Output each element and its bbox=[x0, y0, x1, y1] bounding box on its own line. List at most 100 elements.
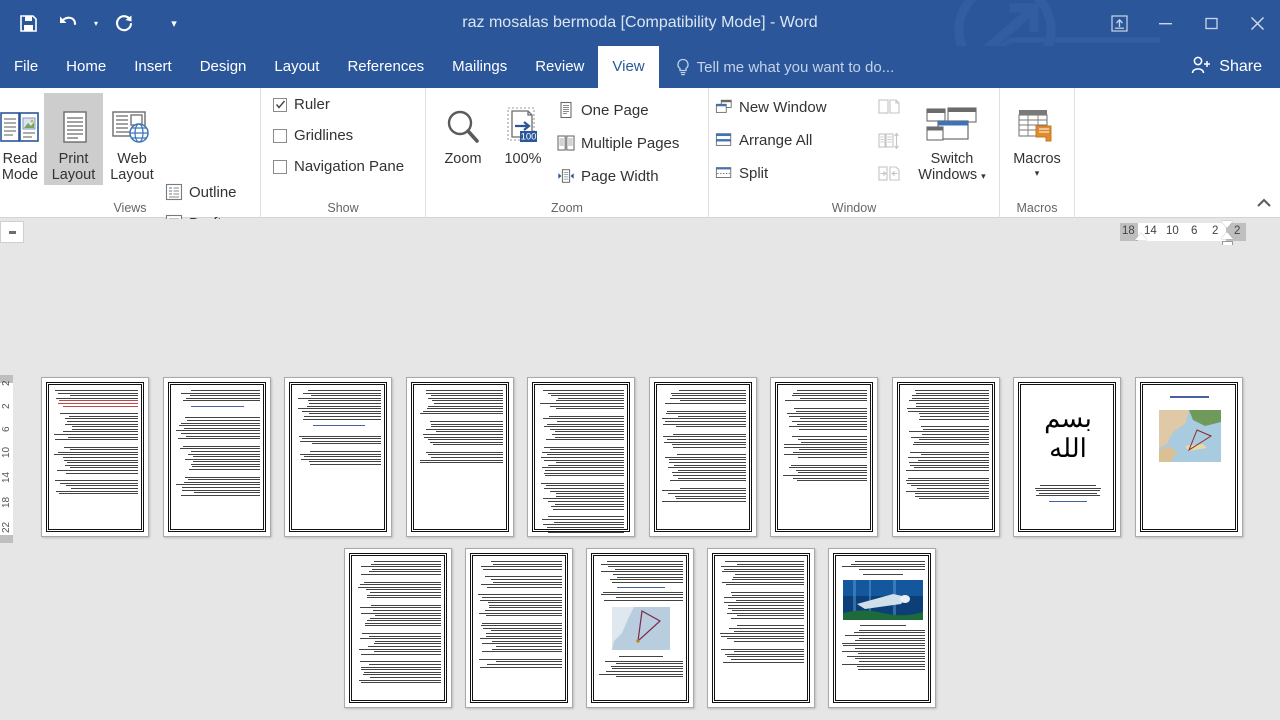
ribbon-group-show: Ruler Gridlines Navigation Pane Show bbox=[261, 88, 426, 218]
page-thumbnail[interactable] bbox=[707, 548, 815, 708]
svg-text:100: 100 bbox=[521, 132, 537, 143]
page-thumbnail[interactable] bbox=[41, 377, 149, 537]
tab-references[interactable]: References bbox=[333, 46, 438, 88]
switch-windows-button[interactable]: Switch Windows ▾ bbox=[911, 93, 993, 184]
hanging-indent-marker[interactable] bbox=[1221, 232, 1233, 239]
tab-file[interactable]: File bbox=[0, 46, 52, 88]
page-heading bbox=[1170, 396, 1209, 398]
arrange-all-button[interactable]: Arrange All bbox=[715, 131, 812, 149]
vertical-ruler[interactable]: 2 2 6 10 14 18 22 bbox=[0, 375, 13, 545]
gridlines-checkbox-row[interactable]: Gridlines bbox=[273, 127, 353, 144]
macros-icon bbox=[1013, 97, 1061, 149]
ribbon-display-options-icon[interactable] bbox=[1096, 0, 1142, 46]
multiple-pages-button[interactable]: Multiple Pages bbox=[557, 134, 679, 152]
page-thumbnail[interactable]: بسم الله bbox=[1013, 377, 1121, 537]
tab-design[interactable]: Design bbox=[186, 46, 261, 88]
share-label: Share bbox=[1219, 58, 1262, 75]
share-button[interactable]: Share bbox=[1182, 46, 1270, 88]
tab-view[interactable]: View bbox=[598, 46, 659, 88]
vruler-num-5: 18 bbox=[1, 496, 12, 508]
page-thumbnail[interactable] bbox=[828, 548, 936, 708]
vruler-num-2: 6 bbox=[1, 426, 12, 432]
navigation-pane-checkbox[interactable] bbox=[273, 159, 287, 174]
vruler-num-6: 22 bbox=[1, 521, 12, 533]
reset-window-position-button bbox=[877, 164, 901, 186]
zoom-100-label: 100% bbox=[504, 151, 542, 167]
gridlines-checkbox[interactable] bbox=[273, 128, 287, 143]
ruler-checkbox[interactable] bbox=[273, 97, 287, 112]
ruler-checkbox-row[interactable]: Ruler bbox=[273, 96, 330, 113]
page-thumbnail[interactable] bbox=[527, 377, 635, 537]
save-icon[interactable] bbox=[8, 3, 48, 43]
page-thumbnail[interactable] bbox=[891, 377, 1000, 537]
page-thumbnail[interactable] bbox=[162, 377, 271, 537]
customize-quick-access-toolbar-icon[interactable]: ▾ bbox=[166, 3, 182, 43]
gridlines-label: Gridlines bbox=[294, 127, 354, 144]
vertical-scrollbar[interactable] bbox=[1267, 245, 1280, 720]
ruler-num-2b: 2 bbox=[1234, 225, 1241, 237]
page-thumbnail[interactable] bbox=[405, 377, 514, 537]
left-indent-marker[interactable] bbox=[1135, 233, 1147, 240]
read-mode-icon bbox=[0, 97, 41, 149]
one-page-button[interactable]: One Page bbox=[557, 101, 649, 119]
page-thumbnail[interactable] bbox=[586, 548, 694, 708]
page-thumbnail[interactable] bbox=[344, 548, 452, 708]
tab-mailings[interactable]: Mailings bbox=[438, 46, 521, 88]
macros-button[interactable]: Macros ▾ bbox=[1003, 93, 1071, 179]
view-side-by-side-button bbox=[877, 98, 901, 120]
switch-windows-caret-icon[interactable]: ▾ bbox=[981, 171, 986, 181]
tab-review[interactable]: Review bbox=[521, 46, 598, 88]
close-icon[interactable] bbox=[1234, 0, 1280, 46]
tab-home[interactable]: Home bbox=[52, 46, 120, 88]
macros-caret-icon[interactable]: ▾ bbox=[1013, 168, 1061, 179]
document-canvas[interactable]: بسم الله bbox=[13, 245, 1267, 720]
redo-icon[interactable] bbox=[104, 3, 144, 43]
new-window-label: New Window bbox=[739, 98, 827, 116]
page-text-content bbox=[599, 561, 683, 695]
zoom-100-button[interactable]: 100 100% bbox=[492, 93, 554, 168]
tell-me-search[interactable]: Tell me what you want to do... bbox=[665, 46, 905, 88]
tab-stop-selector[interactable] bbox=[0, 221, 24, 243]
undo-dropdown-caret-icon[interactable]: ▾ bbox=[88, 3, 104, 43]
bermuda-triangle-chart-image bbox=[612, 606, 670, 650]
web-layout-icon bbox=[110, 97, 154, 149]
web-layout-label-2: Layout bbox=[110, 166, 154, 183]
bismillah-calligraphy: بسم الله bbox=[1044, 404, 1093, 464]
page-thumbnail[interactable] bbox=[284, 377, 392, 537]
outline-label: Outline bbox=[189, 183, 237, 201]
views-group-label: Views bbox=[113, 201, 147, 215]
arrange-all-icon bbox=[715, 131, 733, 149]
minimize-icon[interactable] bbox=[1142, 0, 1188, 46]
multiple-pages-label: Multiple Pages bbox=[581, 134, 680, 152]
page-thumbnail[interactable] bbox=[648, 377, 757, 537]
multiple-pages-icon bbox=[557, 134, 575, 152]
print-layout-button[interactable]: Print Layout bbox=[44, 93, 103, 185]
tab-layout[interactable]: Layout bbox=[260, 46, 333, 88]
horizontal-ruler[interactable]: 18 14 10 6 2 2 bbox=[0, 219, 1280, 249]
split-button[interactable]: Split bbox=[715, 164, 768, 182]
one-page-label: One Page bbox=[581, 101, 649, 119]
view-side-by-side-icon bbox=[877, 98, 901, 120]
window-title: raz mosalas bermoda [Compatibility Mode]… bbox=[462, 14, 818, 31]
ribbon-group-window: New Window Arrange All Split Switch Wind… bbox=[709, 88, 1000, 218]
outline-icon bbox=[165, 183, 183, 201]
navigation-pane-label: Navigation Pane bbox=[294, 158, 405, 175]
share-person-icon bbox=[1190, 55, 1212, 80]
zoom-button[interactable]: Zoom bbox=[432, 93, 494, 168]
zoom-group-label: Zoom bbox=[551, 201, 583, 215]
collapse-ribbon-icon[interactable] bbox=[1256, 196, 1272, 213]
page-thumbnail[interactable] bbox=[770, 377, 878, 537]
first-line-indent-marker[interactable] bbox=[1221, 221, 1233, 228]
new-window-button[interactable]: New Window bbox=[715, 98, 827, 116]
web-layout-button[interactable]: Web Layout bbox=[101, 93, 163, 183]
tab-insert[interactable]: Insert bbox=[120, 46, 186, 88]
vruler-num-3: 10 bbox=[1, 446, 12, 458]
split-label: Split bbox=[739, 164, 769, 182]
page-thumbnail[interactable] bbox=[1134, 377, 1243, 537]
page-thumbnail[interactable] bbox=[465, 548, 573, 708]
undo-icon[interactable] bbox=[48, 3, 88, 43]
restore-icon[interactable] bbox=[1188, 0, 1234, 46]
outline-button[interactable]: Outline bbox=[165, 183, 237, 201]
page-width-button[interactable]: Page Width bbox=[557, 167, 659, 185]
navigation-pane-checkbox-row[interactable]: Navigation Pane bbox=[273, 158, 404, 175]
